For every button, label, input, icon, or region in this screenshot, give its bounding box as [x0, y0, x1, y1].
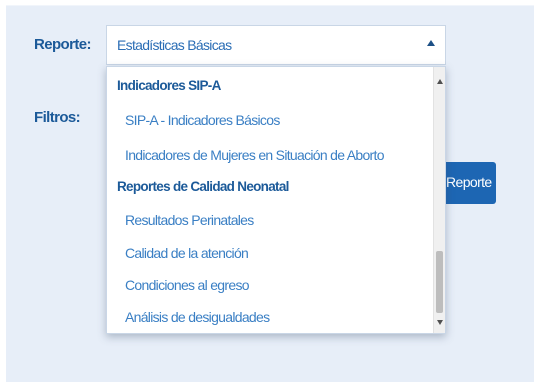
report-select[interactable]: Estadísticas Básicas — [106, 25, 446, 65]
option-sip-a-indicadores-basicos[interactable]: SIP-A - Indicadores Básicos — [125, 112, 280, 128]
optgroup-indicadores-sip-a: Indicadores SIP-A — [117, 78, 221, 93]
caret-up-icon — [427, 40, 435, 46]
filters-label: Filtros: — [34, 109, 81, 126]
option-condiciones-egreso[interactable]: Condiciones al egreso — [125, 277, 250, 293]
scroll-down-arrow-icon[interactable] — [437, 320, 443, 325]
option-indicadores-mujeres-aborto[interactable]: Indicadores de Mujeres en Situación de A… — [125, 147, 384, 163]
option-calidad-atencion[interactable]: Calidad de la atención — [125, 245, 249, 261]
report-dropdown-list: Indicadores SIP-A SIP-A - Indicadores Bá… — [106, 66, 446, 334]
option-resultados-perinatales[interactable]: Resultados Perinatales — [125, 212, 254, 228]
optgroup-calidad-neonatal: Reportes de Calidad Neonatal — [117, 179, 289, 194]
report-label: Reporte: — [34, 36, 91, 53]
dropdown-scrollbar[interactable] — [433, 67, 445, 333]
scrollbar-thumb[interactable] — [436, 251, 443, 313]
scroll-up-arrow-icon[interactable] — [437, 79, 443, 84]
option-analisis-desigualdades[interactable]: Análisis de desigualdades — [125, 309, 270, 325]
report-select-value: Estadísticas Básicas — [117, 37, 232, 53]
generate-report-button-label: Reporte — [446, 174, 492, 190]
